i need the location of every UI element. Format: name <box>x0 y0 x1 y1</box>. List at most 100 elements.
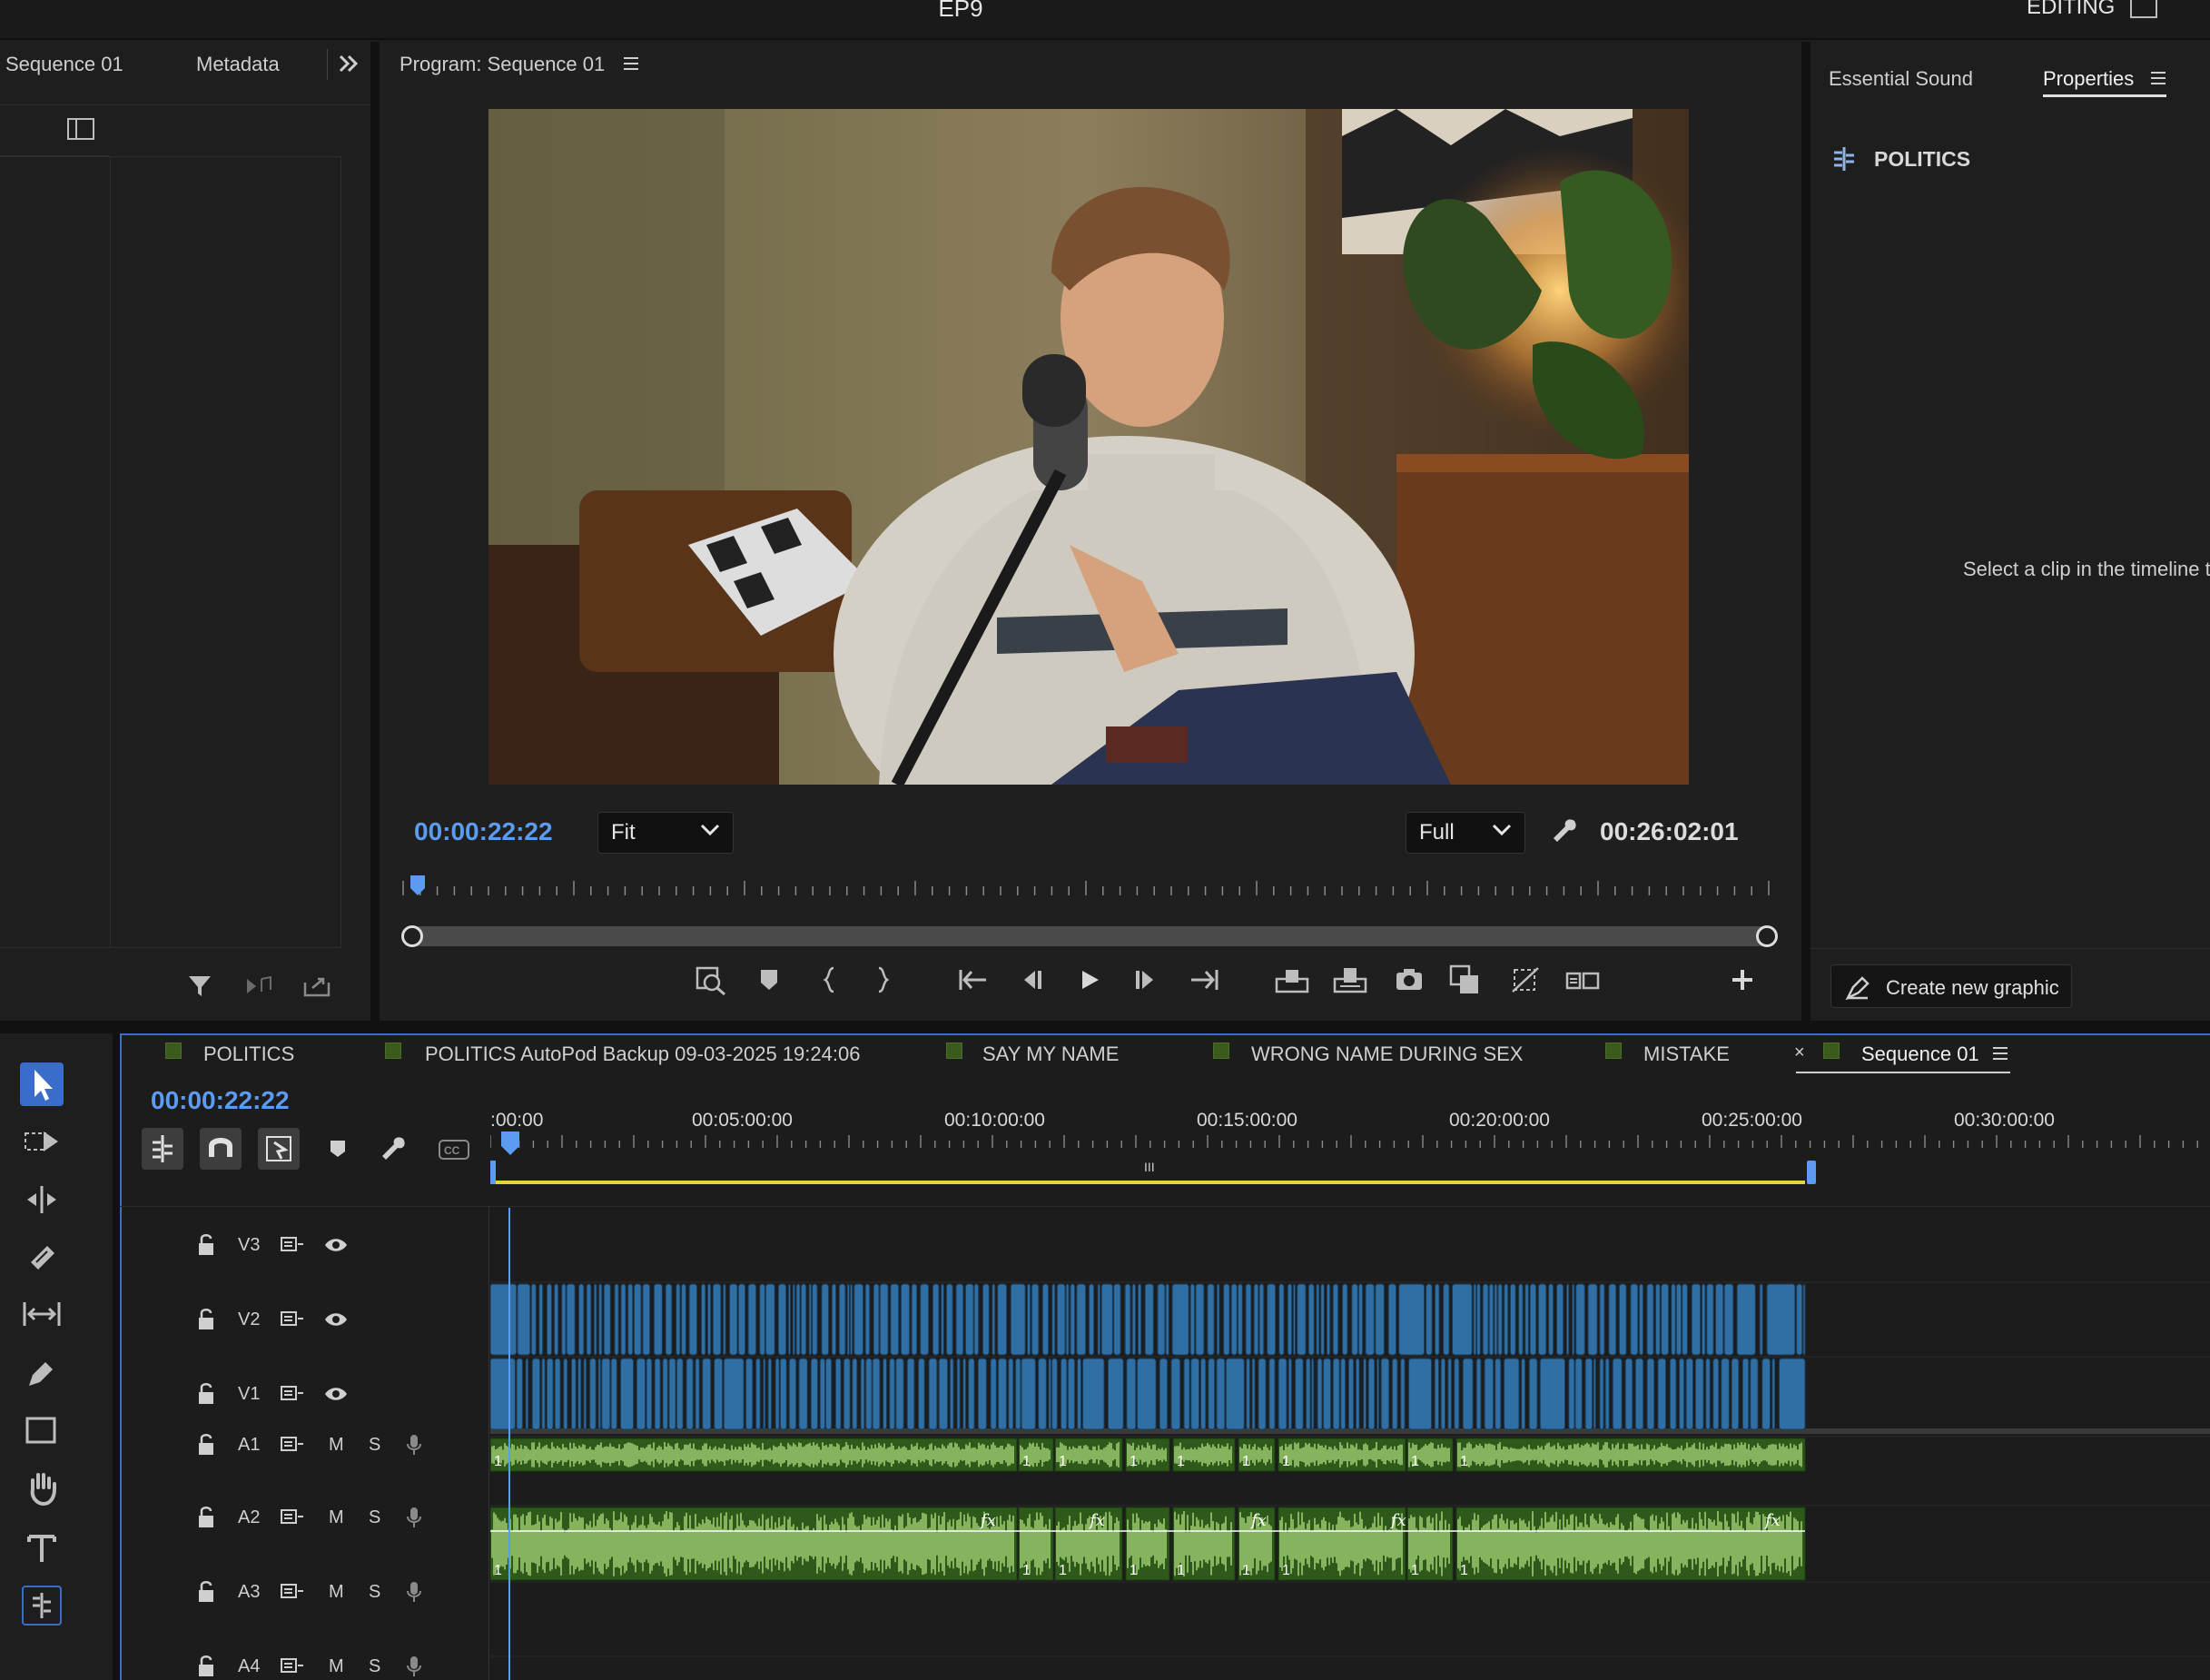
microphone-icon[interactable] <box>405 1580 423 1604</box>
video-clip[interactable] <box>1340 1358 1347 1430</box>
video-clip[interactable] <box>1038 1358 1047 1430</box>
video-clip[interactable] <box>846 1283 850 1356</box>
video-clip[interactable] <box>1380 1358 1390 1430</box>
video-clip[interactable] <box>1604 1358 1610 1430</box>
video-clip[interactable] <box>695 1358 700 1430</box>
mute-button[interactable]: M <box>329 1656 344 1677</box>
lock-icon[interactable] <box>196 1580 216 1604</box>
video-clip[interactable] <box>1216 1283 1220 1356</box>
eye-icon[interactable] <box>323 1309 349 1329</box>
video-clip[interactable] <box>920 1283 930 1356</box>
video-clip[interactable] <box>712 1283 722 1356</box>
video-clip[interactable] <box>838 1283 846 1356</box>
program-playhead-timecode[interactable]: 00:00:22:22 <box>414 817 553 846</box>
video-clip[interactable] <box>1473 1283 1477 1356</box>
video-clip[interactable] <box>1387 1283 1397 1356</box>
timeline-time-ruler[interactable]: :00:00 00:05:00:00 00:10:00:00 00:15:00:00 0… <box>490 1099 2210 1190</box>
video-clip[interactable] <box>1447 1358 1452 1430</box>
video-clip[interactable] <box>1189 1283 1196 1356</box>
video-clip[interactable] <box>538 1283 544 1356</box>
video-clip[interactable] <box>1608 1283 1617 1356</box>
video-clip[interactable] <box>681 1283 686 1356</box>
panel-divider-horizontal[interactable] <box>0 1021 2210 1033</box>
video-clip[interactable] <box>665 1283 673 1356</box>
video-clip[interactable] <box>990 1358 997 1430</box>
video-clip[interactable] <box>636 1358 646 1430</box>
video-clip[interactable] <box>767 1358 773 1430</box>
video-clip[interactable] <box>1736 1283 1756 1356</box>
work-area-end-handle[interactable] <box>1807 1161 1816 1184</box>
mute-button[interactable]: M <box>329 1507 344 1528</box>
program-playhead[interactable] <box>410 875 425 895</box>
video-clip[interactable] <box>1041 1283 1050 1356</box>
video-clip[interactable] <box>843 1358 851 1430</box>
video-clip[interactable] <box>1223 1283 1230 1356</box>
video-clip[interactable] <box>834 1358 842 1430</box>
video-clip[interactable] <box>1712 1358 1720 1430</box>
zoom-select[interactable]: Fit <box>597 812 734 854</box>
video-clip[interactable] <box>879 1283 889 1356</box>
video-clip[interactable] <box>1796 1283 1803 1356</box>
video-clip[interactable] <box>530 1283 537 1356</box>
video-clip[interactable] <box>1278 1358 1288 1430</box>
video-clip[interactable] <box>997 1283 1008 1356</box>
video-clip[interactable] <box>620 1283 626 1356</box>
video-clip[interactable] <box>1021 1358 1036 1430</box>
hand-tool-icon[interactable] <box>25 1471 58 1506</box>
work-area-bar[interactable] <box>490 1181 1805 1184</box>
video-clip[interactable] <box>831 1283 837 1356</box>
video-clip[interactable] <box>1365 1283 1375 1356</box>
video-clip[interactable] <box>747 1283 757 1356</box>
video-clip[interactable] <box>911 1283 918 1356</box>
video-clip[interactable] <box>1682 1283 1688 1356</box>
pen-tool-icon[interactable] <box>25 1357 58 1389</box>
zoom-handle-right[interactable] <box>1756 925 1778 947</box>
video-clip[interactable] <box>1070 1283 1076 1356</box>
video-clip[interactable] <box>945 1283 953 1356</box>
video-clip[interactable] <box>795 1283 801 1356</box>
video-clip[interactable] <box>1634 1358 1644 1430</box>
video-clip[interactable] <box>1131 1283 1137 1356</box>
video-clip[interactable] <box>787 1283 791 1356</box>
video-clip[interactable] <box>763 1358 766 1430</box>
panel-menu-icon[interactable] <box>623 56 639 71</box>
video-clip[interactable] <box>1015 1358 1021 1430</box>
video-clip[interactable] <box>1494 1283 1498 1356</box>
video-clip[interactable] <box>1342 1283 1348 1356</box>
workspace-tab-editing[interactable]: EDITING <box>2027 0 2115 20</box>
video-clip[interactable] <box>1287 1283 1293 1356</box>
video-clip[interactable] <box>992 1283 996 1356</box>
video-clip[interactable] <box>1031 1283 1040 1356</box>
video-preview[interactable] <box>488 109 1689 785</box>
video-clip[interactable] <box>1715 1283 1724 1356</box>
go-to-out-icon[interactable] <box>1189 968 1218 992</box>
lock-icon[interactable] <box>196 1382 216 1406</box>
video-clip[interactable] <box>1391 1358 1398 1430</box>
fx-badge[interactable]: fx <box>1249 1511 1267 1530</box>
lock-icon[interactable] <box>196 1233 216 1257</box>
solo-button[interactable]: S <box>369 1507 380 1528</box>
timeline-playhead-timecode[interactable]: 00:00:22:22 <box>151 1086 290 1115</box>
video-clip[interactable] <box>554 1358 561 1430</box>
video-clip[interactable] <box>1671 1283 1676 1356</box>
video-clip[interactable] <box>570 1358 577 1430</box>
wrench-icon[interactable] <box>380 1135 407 1162</box>
video-clip[interactable] <box>546 1283 553 1356</box>
video-clip[interactable] <box>1599 1283 1605 1356</box>
video-clip[interactable] <box>1258 1283 1265 1356</box>
video-clip[interactable] <box>662 1358 668 1430</box>
video-clip[interactable] <box>1307 1283 1315 1356</box>
video-clip[interactable] <box>723 1358 745 1430</box>
panel-toggle-icon[interactable] <box>67 118 94 140</box>
video-clip[interactable] <box>1509 1283 1516 1356</box>
fx-badge[interactable]: fx <box>979 1511 996 1530</box>
video-clip[interactable] <box>546 1358 554 1430</box>
video-clip[interactable] <box>1568 1358 1575 1430</box>
video-clip[interactable] <box>779 1358 787 1430</box>
video-clip[interactable] <box>577 1358 582 1430</box>
video-clip[interactable] <box>1426 1283 1433 1356</box>
mute-button[interactable]: M <box>329 1582 344 1603</box>
video-clip[interactable] <box>737 1283 746 1356</box>
tab-sequence-politics-backup[interactable]: POLITICS AutoPod Backup 09-03-2025 19:24… <box>425 1043 860 1066</box>
video-clip[interactable] <box>1268 1358 1276 1430</box>
